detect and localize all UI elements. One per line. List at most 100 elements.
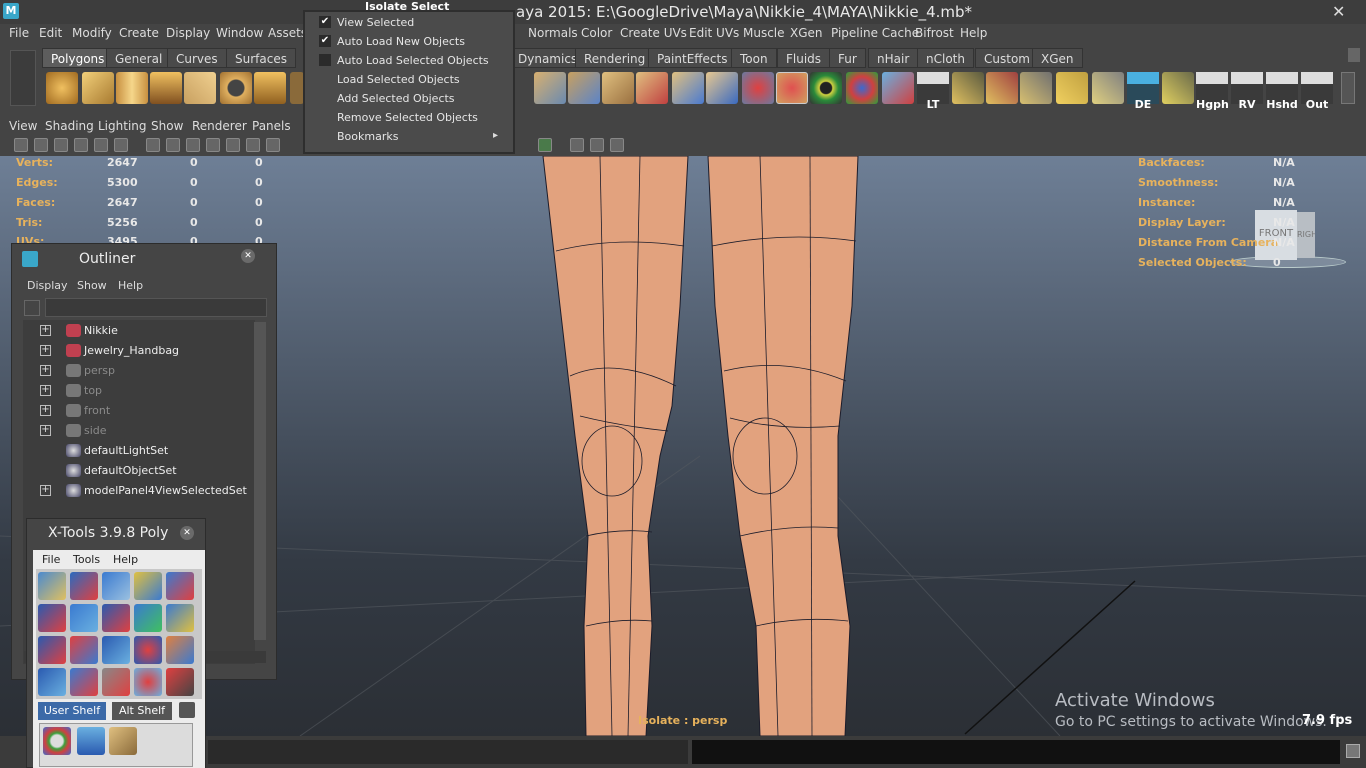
shelf-scroll-arrows[interactable]	[1341, 72, 1355, 104]
outliner-menu-help[interactable]: Help	[118, 279, 143, 292]
uv-unfold-icon[interactable]	[1092, 72, 1124, 104]
film-gate-icon[interactable]	[114, 138, 128, 152]
menu-create-uvs[interactable]: Create UVs	[620, 26, 687, 40]
shelf-tab-polygons[interactable]: Polygons	[42, 48, 114, 68]
resolution-gate-icon[interactable]	[590, 138, 604, 152]
mel-command-input[interactable]	[208, 740, 688, 764]
xtools-tool-13-icon[interactable]	[102, 636, 130, 664]
shelf-tab-surfaces[interactable]: Surfaces	[226, 48, 296, 68]
xtools-tool-12-icon[interactable]	[70, 636, 98, 664]
xtools-tool-10-icon[interactable]	[166, 604, 194, 632]
bridge-icon[interactable]	[568, 72, 600, 104]
menu-edit[interactable]: Edit	[39, 26, 62, 40]
paint-select-icon[interactable]	[776, 72, 808, 104]
xtools-tool-15-icon[interactable]	[166, 636, 194, 664]
menu-help[interactable]: Help	[960, 26, 987, 40]
menu-item-load-selected[interactable]: Load Selected Objects	[337, 73, 460, 86]
menu-create[interactable]: Create	[119, 26, 159, 40]
viewcube-right-face[interactable]: RIGHT	[1297, 212, 1315, 258]
xtools-tool-20-icon[interactable]	[166, 668, 194, 696]
checkbox-auto-load-new[interactable]: ✔	[319, 35, 331, 47]
menu-edit-uvs[interactable]: Edit UVs	[689, 26, 739, 40]
outliner-item-front[interactable]: front	[84, 404, 110, 417]
poly-cube-icon[interactable]	[82, 72, 114, 104]
menu-item-add-selected[interactable]: Add Selected Objects	[337, 92, 455, 105]
outliner-close-button[interactable]: ✕	[241, 249, 255, 263]
outliner-vscrollbar[interactable]	[254, 322, 266, 640]
expand-view-selected-set-icon[interactable]: +	[40, 485, 51, 496]
image-plane-icon[interactable]	[74, 138, 88, 152]
append-polygon-icon[interactable]	[602, 72, 634, 104]
expand-top-icon[interactable]: +	[40, 385, 51, 396]
panel-menu-lighting[interactable]: Lighting	[98, 119, 147, 133]
shelf-tab-fluids[interactable]: Fluids	[777, 48, 831, 68]
xtools-menu-tools[interactable]: Tools	[73, 553, 100, 566]
shelf-tab-fur[interactable]: Fur	[829, 48, 866, 68]
outliner-item-nikkie[interactable]: Nikkie	[84, 324, 118, 337]
menu-modify[interactable]: Modify	[72, 26, 112, 40]
poly-sphere-icon[interactable]	[46, 72, 78, 104]
menu-pipeline-cache[interactable]: Pipeline Cache	[831, 26, 919, 40]
xtools-tool-4-icon[interactable]	[134, 572, 162, 600]
textured-icon[interactable]	[206, 138, 220, 152]
poly-plane-icon[interactable]	[184, 72, 216, 104]
xtools-tool-19-icon[interactable]	[134, 668, 162, 696]
xtools-tool-5-icon[interactable]	[166, 572, 194, 600]
shelf-tab-general[interactable]: General	[106, 48, 172, 68]
menu-window[interactable]: Window	[216, 26, 263, 40]
camera-attributes-icon[interactable]	[34, 138, 48, 152]
outliner-menu-display[interactable]: Display	[27, 279, 68, 292]
shelf-tab-xgen[interactable]: XGen	[1032, 48, 1083, 68]
shelf-tab-nhair[interactable]: nHair	[868, 48, 919, 68]
menu-item-bookmarks[interactable]: Bookmarks	[337, 130, 398, 143]
shelf-tab-custom[interactable]: Custom	[975, 48, 1039, 68]
panel-menu-renderer[interactable]: Renderer	[192, 119, 247, 133]
menu-file[interactable]: File	[9, 26, 29, 40]
shelf-tab-toon[interactable]: Toon	[731, 48, 777, 68]
poly-pipe-icon[interactable]	[290, 72, 304, 104]
menu-item-remove-selected[interactable]: Remove Selected Objects	[337, 111, 478, 124]
xtools-tool-8-icon[interactable]	[102, 604, 130, 632]
outliner-item-default-light-set[interactable]: defaultLightSet	[84, 444, 168, 457]
xtools-tool-17-icon[interactable]	[70, 668, 98, 696]
wireframe-on-shaded-icon[interactable]	[186, 138, 200, 152]
outliner-item-persp[interactable]: persp	[84, 364, 115, 377]
panel-menu-view[interactable]: View	[9, 119, 37, 133]
soft-select-icon[interactable]	[810, 72, 842, 104]
xtools-tool-9-icon[interactable]	[134, 604, 162, 632]
xtools-tool-14-icon[interactable]	[134, 636, 162, 664]
checkbox-view-selected[interactable]: ✔	[319, 16, 331, 28]
menu-item-auto-load-selected[interactable]: Auto Load Selected Objects	[337, 54, 489, 67]
hgph-shelf-button[interactable]: Hgph	[1196, 72, 1229, 111]
search-options-icon[interactable]	[24, 300, 40, 316]
xtools-menu-file[interactable]: File	[42, 553, 60, 566]
user-shelf-tool-2-icon[interactable]	[77, 727, 105, 755]
split-polygon-icon[interactable]	[636, 72, 668, 104]
uv-layout-icon[interactable]	[1056, 72, 1088, 104]
poly-cylinder-icon[interactable]	[116, 72, 148, 104]
outliner-item-jewelry-handbag[interactable]: Jewelry_Handbag	[84, 344, 179, 357]
select-camera-icon[interactable]	[14, 138, 28, 152]
outliner-item-modelpanel4-view-selected-set[interactable]: modelPanel4ViewSelectedSet	[84, 484, 247, 497]
shelf-options-handle[interactable]	[10, 50, 36, 106]
xtools-tool-1-icon[interactable]	[38, 572, 66, 600]
universal-manipulator-icon[interactable]	[846, 72, 878, 104]
shelf-tab-ncloth[interactable]: nCloth	[917, 48, 974, 68]
menu-muscle[interactable]: Muscle	[743, 26, 785, 40]
offset-edge-loop-icon[interactable]	[706, 72, 738, 104]
out-shelf-button[interactable]: Out	[1301, 72, 1333, 111]
poly-pyramid-icon[interactable]	[254, 72, 286, 104]
outliner-item-default-object-set[interactable]: defaultObjectSet	[84, 464, 177, 477]
menu-display[interactable]: Display	[166, 26, 210, 40]
uv-cut-icon[interactable]	[986, 72, 1018, 104]
menu-assets[interactable]: Assets	[268, 26, 307, 40]
xtools-tool-11-icon[interactable]	[38, 636, 66, 664]
xtools-menu-help[interactable]: Help	[113, 553, 138, 566]
outliner-item-top[interactable]: top	[84, 384, 102, 397]
grid-toggle-icon[interactable]	[94, 138, 108, 152]
xray-joints-icon[interactable]	[570, 138, 584, 152]
wireframe-icon[interactable]	[146, 138, 160, 152]
use-all-lights-icon[interactable]	[226, 138, 240, 152]
safe-action-icon[interactable]	[610, 138, 624, 152]
menu-item-auto-load-new[interactable]: Auto Load New Objects	[337, 35, 465, 48]
